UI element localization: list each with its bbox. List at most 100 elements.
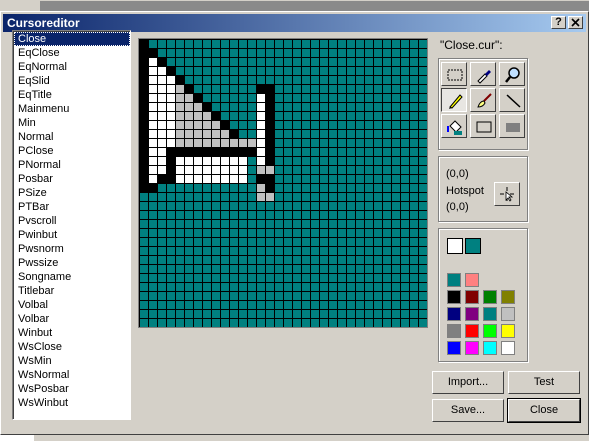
grid-pixel[interactable] (212, 193, 220, 201)
grid-pixel[interactable] (392, 301, 400, 309)
grid-pixel[interactable] (149, 238, 157, 246)
grid-pixel[interactable] (311, 256, 319, 264)
grid-pixel[interactable] (140, 211, 148, 219)
grid-pixel[interactable] (356, 211, 364, 219)
grid-pixel[interactable] (392, 40, 400, 48)
grid-pixel[interactable] (374, 238, 382, 246)
grid-pixel[interactable] (176, 292, 184, 300)
secondary-color-swatch[interactable] (465, 238, 481, 254)
grid-pixel[interactable] (356, 175, 364, 183)
grid-pixel[interactable] (356, 85, 364, 93)
grid-pixel[interactable] (392, 247, 400, 255)
grid-pixel[interactable] (302, 40, 310, 48)
grid-pixel[interactable] (293, 247, 301, 255)
grid-pixel[interactable] (167, 310, 175, 318)
grid-pixel[interactable] (257, 103, 265, 111)
grid-pixel[interactable] (239, 220, 247, 228)
grid-pixel[interactable] (410, 238, 418, 246)
grid-pixel[interactable] (365, 67, 373, 75)
grid-pixel[interactable] (212, 58, 220, 66)
grid-pixel[interactable] (320, 193, 328, 201)
grid-pixel[interactable] (221, 121, 229, 129)
grid-pixel[interactable] (419, 85, 427, 93)
grid-pixel[interactable] (167, 67, 175, 75)
grid-pixel[interactable] (392, 211, 400, 219)
grid-pixel[interactable] (194, 175, 202, 183)
grid-pixel[interactable] (284, 121, 292, 129)
grid-pixel[interactable] (401, 220, 409, 228)
grid-pixel[interactable] (275, 310, 283, 318)
grid-pixel[interactable] (383, 40, 391, 48)
grid-pixel[interactable] (176, 103, 184, 111)
grid-pixel[interactable] (149, 202, 157, 210)
grid-pixel[interactable] (302, 175, 310, 183)
grid-pixel[interactable] (419, 49, 427, 57)
grid-pixel[interactable] (266, 283, 274, 291)
grid-pixel[interactable] (203, 58, 211, 66)
grid-pixel[interactable] (284, 292, 292, 300)
grid-pixel[interactable] (203, 202, 211, 210)
grid-pixel[interactable] (311, 85, 319, 93)
grid-pixel[interactable] (365, 103, 373, 111)
grid-pixel[interactable] (347, 292, 355, 300)
grid-pixel[interactable] (365, 112, 373, 120)
grid-pixel[interactable] (167, 121, 175, 129)
grid-pixel[interactable] (194, 130, 202, 138)
grid-pixel[interactable] (311, 139, 319, 147)
grid-pixel[interactable] (176, 247, 184, 255)
grid-pixel[interactable] (320, 265, 328, 273)
cursor-list-item[interactable]: EqSlid (14, 74, 130, 88)
grid-pixel[interactable] (392, 85, 400, 93)
grid-pixel[interactable] (302, 148, 310, 156)
grid-pixel[interactable] (140, 94, 148, 102)
grid-pixel[interactable] (239, 40, 247, 48)
cursor-list-item[interactable]: Volbal (14, 298, 130, 312)
grid-pixel[interactable] (275, 58, 283, 66)
grid-pixel[interactable] (239, 112, 247, 120)
grid-pixel[interactable] (230, 130, 238, 138)
grid-pixel[interactable] (248, 202, 256, 210)
grid-pixel[interactable] (311, 166, 319, 174)
grid-pixel[interactable] (275, 67, 283, 75)
grid-pixel[interactable] (167, 238, 175, 246)
grid-pixel[interactable] (293, 229, 301, 237)
grid-pixel[interactable] (275, 94, 283, 102)
palette-color-swatch[interactable] (501, 290, 515, 304)
grid-pixel[interactable] (410, 94, 418, 102)
grid-pixel[interactable] (176, 175, 184, 183)
grid-pixel[interactable] (230, 265, 238, 273)
grid-pixel[interactable] (167, 76, 175, 84)
grid-pixel[interactable] (239, 238, 247, 246)
grid-pixel[interactable] (158, 121, 166, 129)
grid-pixel[interactable] (284, 166, 292, 174)
grid-pixel[interactable] (284, 139, 292, 147)
grid-pixel[interactable] (320, 292, 328, 300)
grid-pixel[interactable] (185, 274, 193, 282)
grid-pixel[interactable] (158, 202, 166, 210)
grid-pixel[interactable] (293, 202, 301, 210)
grid-pixel[interactable] (347, 49, 355, 57)
grid-pixel[interactable] (140, 67, 148, 75)
grid-pixel[interactable] (185, 184, 193, 192)
grid-pixel[interactable] (401, 238, 409, 246)
grid-pixel[interactable] (140, 283, 148, 291)
grid-pixel[interactable] (410, 58, 418, 66)
grid-pixel[interactable] (194, 301, 202, 309)
palette-color-swatch[interactable] (465, 324, 479, 338)
grid-pixel[interactable] (149, 193, 157, 201)
grid-pixel[interactable] (275, 148, 283, 156)
grid-pixel[interactable] (257, 247, 265, 255)
grid-pixel[interactable] (266, 202, 274, 210)
grid-pixel[interactable] (374, 139, 382, 147)
grid-pixel[interactable] (410, 319, 418, 327)
grid-pixel[interactable] (347, 211, 355, 219)
grid-pixel[interactable] (266, 139, 274, 147)
grid-pixel[interactable] (266, 274, 274, 282)
grid-pixel[interactable] (239, 121, 247, 129)
grid-pixel[interactable] (347, 184, 355, 192)
grid-pixel[interactable] (293, 157, 301, 165)
grid-pixel[interactable] (212, 175, 220, 183)
grid-pixel[interactable] (221, 175, 229, 183)
grid-pixel[interactable] (329, 175, 337, 183)
grid-pixel[interactable] (356, 184, 364, 192)
